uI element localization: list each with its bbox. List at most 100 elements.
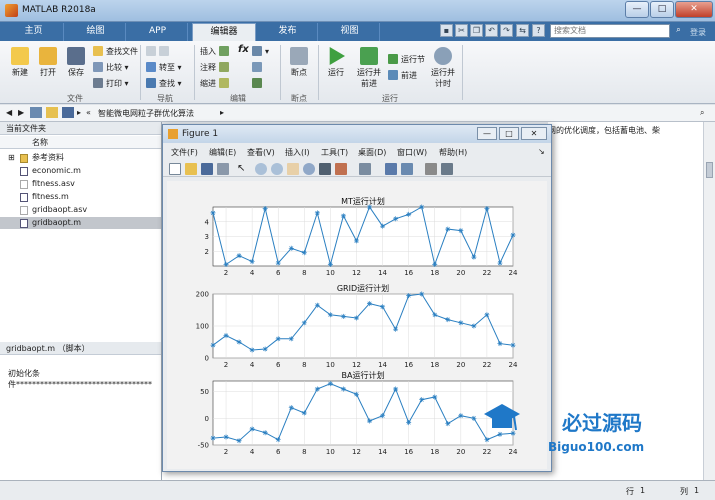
folder-icon bbox=[20, 154, 28, 163]
save-figure-icon[interactable] bbox=[201, 163, 213, 175]
copy-quick-icon[interactable]: ❐ bbox=[470, 24, 483, 37]
goto-button[interactable]: 转至 ▾ bbox=[146, 62, 182, 73]
tab-home[interactable]: 主页 bbox=[4, 23, 64, 41]
up-folder-icon[interactable] bbox=[30, 107, 42, 118]
rotate-icon[interactable] bbox=[303, 163, 315, 175]
scrollbar[interactable] bbox=[703, 366, 715, 480]
colorbar-icon[interactable] bbox=[385, 163, 397, 175]
back-nav-button[interactable] bbox=[146, 46, 172, 56]
path-arrow-icon[interactable]: ▸ bbox=[220, 108, 224, 117]
run-section-button[interactable]: 运行节 bbox=[388, 54, 425, 65]
data-point bbox=[275, 336, 281, 342]
list-item[interactable]: ⊞ 参考资料 bbox=[0, 152, 161, 164]
menu-desktop[interactable]: 桌面(D) bbox=[358, 147, 386, 158]
x-tick-label: 24 bbox=[509, 361, 518, 369]
section-file: 文件 bbox=[67, 94, 83, 103]
minimize-button[interactable]: — bbox=[625, 1, 649, 18]
close-button[interactable]: ✕ bbox=[675, 1, 713, 18]
hide-tools-icon[interactable] bbox=[425, 163, 437, 175]
expand-icon[interactable]: ⊞ bbox=[8, 152, 15, 164]
open-button[interactable]: 打开 bbox=[36, 47, 60, 78]
list-item-selected[interactable]: gridbaopt.m bbox=[0, 217, 161, 229]
tab-editor[interactable]: 编辑器 bbox=[192, 23, 256, 41]
run-play-icon bbox=[329, 47, 345, 65]
show-tools-icon[interactable] bbox=[441, 163, 453, 175]
switch-window-icon[interactable]: ⇆ bbox=[516, 24, 529, 37]
menu-insert[interactable]: 插入(I) bbox=[285, 147, 310, 158]
tab-publish[interactable]: 发布 bbox=[258, 23, 318, 41]
list-item[interactable]: fitness.asv bbox=[0, 178, 161, 190]
zoom-out-icon[interactable] bbox=[271, 163, 283, 175]
save-quick-icon[interactable]: ▪ bbox=[440, 24, 453, 37]
cut-quick-icon[interactable]: ✂ bbox=[455, 24, 468, 37]
scrollbar[interactable] bbox=[703, 122, 715, 366]
menu-file[interactable]: 文件(F) bbox=[171, 147, 198, 158]
chart-title: GRID运行计划 bbox=[337, 283, 389, 293]
data-cursor-icon[interactable] bbox=[319, 163, 331, 175]
find-button[interactable]: 查找 ▾ bbox=[146, 78, 182, 89]
link-plot-icon[interactable] bbox=[359, 163, 371, 175]
new-figure-icon[interactable] bbox=[169, 163, 181, 175]
pointer-icon[interactable]: ↖ bbox=[237, 163, 249, 175]
menu-view[interactable]: 查看(V) bbox=[247, 147, 275, 158]
y-tick-label: 0 bbox=[205, 415, 209, 423]
menu-help[interactable]: 帮助(H) bbox=[439, 147, 467, 158]
tab-plots[interactable]: 绘图 bbox=[66, 23, 126, 41]
save-button[interactable]: 保存 bbox=[64, 47, 88, 78]
list-item[interactable]: fitness.m bbox=[0, 191, 161, 203]
brush-icon[interactable] bbox=[335, 163, 347, 175]
matlab-logo-icon bbox=[5, 4, 18, 17]
compare-button[interactable]: 比较 ▾ bbox=[93, 62, 129, 73]
maximize-button[interactable]: □ bbox=[650, 1, 674, 18]
edit-extra-button[interactable]: ▾ bbox=[252, 46, 269, 56]
menu-tools[interactable]: 工具(T) bbox=[321, 147, 348, 158]
current-folder-panel: 当前文件夹 名称 ⊞ 参考资料 economic.m fitness.asv fi… bbox=[0, 122, 162, 342]
x-tick-label: 20 bbox=[456, 269, 465, 277]
insert-button[interactable]: 插入 bbox=[200, 46, 232, 57]
edit-extra3-button[interactable] bbox=[252, 78, 265, 88]
figure-maximize-button[interactable]: □ bbox=[499, 127, 519, 140]
figure-close-button[interactable]: ✕ bbox=[521, 127, 547, 140]
scrollbar-thumb[interactable] bbox=[706, 162, 713, 178]
tab-view[interactable]: 视图 bbox=[320, 23, 380, 41]
zoom-in-icon[interactable] bbox=[255, 163, 267, 175]
tab-apps[interactable]: APP bbox=[128, 23, 188, 41]
x-tick-label: 10 bbox=[326, 269, 335, 277]
redo-quick-icon[interactable]: ↷ bbox=[500, 24, 513, 37]
run-advance-button[interactable]: 运行并 前进 bbox=[354, 47, 384, 89]
search-input[interactable]: 搜索文档 bbox=[550, 24, 670, 38]
undo-quick-icon[interactable]: ↶ bbox=[485, 24, 498, 37]
indent-button[interactable]: 缩进 bbox=[200, 78, 232, 89]
pan-hand-icon[interactable] bbox=[287, 163, 299, 175]
advance-button[interactable]: 前进 bbox=[388, 70, 417, 81]
data-point bbox=[445, 226, 451, 232]
open-file-icon[interactable] bbox=[185, 163, 197, 175]
forward-arrow-icon[interactable]: ▶ bbox=[18, 108, 24, 117]
new-button[interactable]: 新建 bbox=[8, 47, 32, 78]
dock-arrow-icon[interactable]: ↘ bbox=[538, 147, 545, 156]
menu-window[interactable]: 窗口(W) bbox=[397, 147, 427, 158]
path-crumb[interactable]: 智能微电网粒子群优化算法 bbox=[98, 108, 194, 119]
run-time-button[interactable]: 运行并 计时 bbox=[428, 47, 458, 89]
find-files-button[interactable]: 查找文件 bbox=[93, 46, 138, 57]
fx-button[interactable]: fx bbox=[238, 44, 249, 55]
run-button[interactable]: 运行 bbox=[324, 47, 348, 78]
breakpoints-button[interactable]: 断点 bbox=[286, 47, 312, 78]
search-icon[interactable]: ⌕ bbox=[672, 24, 685, 37]
list-item[interactable]: gridbaopt.asv bbox=[0, 204, 161, 216]
print-figure-icon[interactable] bbox=[217, 163, 229, 175]
login-link[interactable]: 登录 bbox=[690, 27, 706, 38]
figure-title-bar[interactable]: Figure 1 — □ ✕ bbox=[163, 125, 551, 143]
browse-folder-icon[interactable] bbox=[46, 107, 58, 118]
path-search-icon[interactable]: ⌕ bbox=[700, 108, 704, 118]
figure-minimize-button[interactable]: — bbox=[477, 127, 497, 140]
help-quick-icon[interactable]: ? bbox=[532, 24, 545, 37]
comment-button[interactable]: 注释 bbox=[200, 62, 232, 73]
legend-icon[interactable] bbox=[401, 163, 413, 175]
menu-edit[interactable]: 编辑(E) bbox=[209, 147, 236, 158]
list-item[interactable]: economic.m bbox=[0, 165, 161, 177]
column-header-name[interactable]: 名称 bbox=[0, 136, 161, 149]
print-button[interactable]: 打印 ▾ bbox=[93, 78, 129, 89]
back-arrow-icon[interactable]: ◀ bbox=[6, 108, 12, 117]
edit-extra2-button[interactable] bbox=[252, 62, 265, 72]
